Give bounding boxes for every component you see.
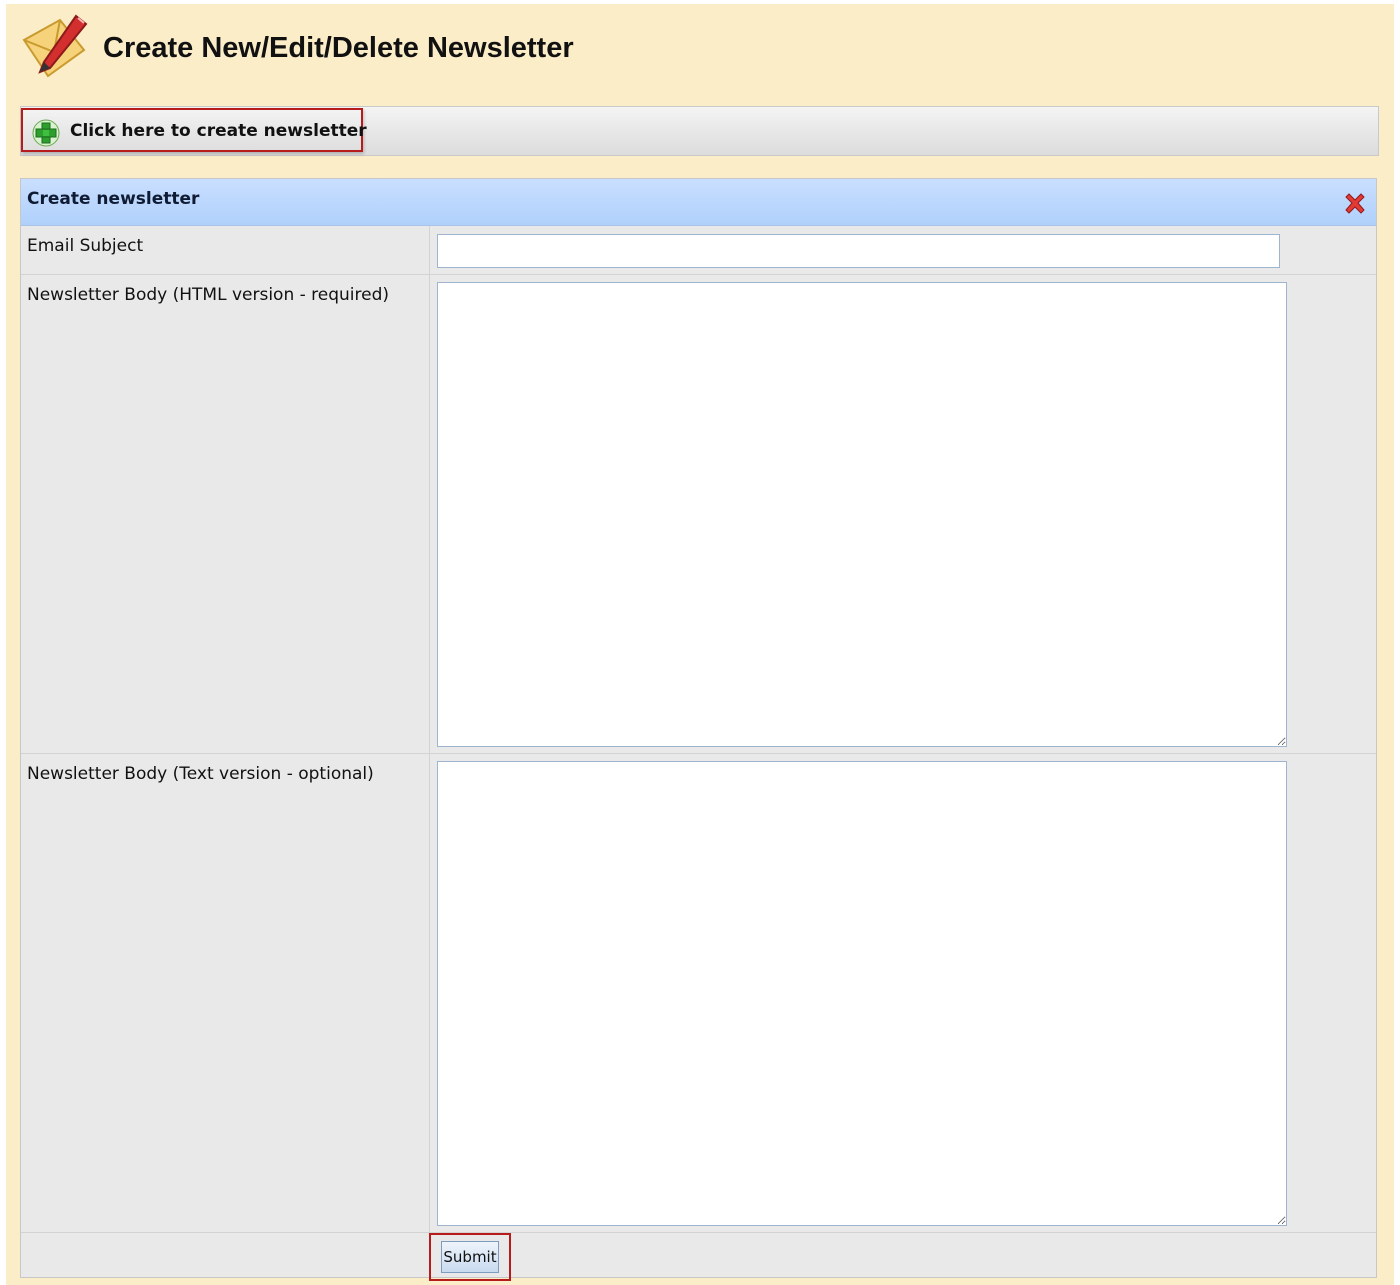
column-divider	[429, 226, 430, 274]
create-newsletter-label: Click here to create newsletter	[70, 121, 367, 141]
submit-row	[21, 1233, 1376, 1279]
close-icon[interactable]	[1342, 191, 1368, 217]
panel-title: Create newsletter	[27, 189, 200, 209]
create-newsletter-panel: Create newsletter Email Subject Newslett…	[20, 178, 1377, 1281]
html-body-row: Newsletter Body (HTML version - required…	[21, 275, 1376, 754]
subject-row: Email Subject	[21, 226, 1376, 275]
green-plus-icon	[32, 119, 60, 147]
submit-button[interactable]: Submit	[441, 1241, 499, 1273]
column-divider	[429, 754, 430, 1232]
create-newsletter-link[interactable]: Click here to create newsletter	[21, 108, 367, 152]
text-body-row: Newsletter Body (Text version - optional…	[21, 754, 1376, 1233]
html-body-textarea[interactable]	[437, 282, 1287, 747]
panel-header: Create newsletter	[21, 179, 1376, 226]
text-body-label: Newsletter Body (Text version - optional…	[27, 764, 374, 784]
envelope-pen-icon	[22, 14, 88, 78]
toolbar: Click here to create newsletter	[20, 106, 1379, 156]
page-title: Create New/Edit/Delete Newsletter	[103, 32, 574, 64]
subject-label: Email Subject	[27, 236, 144, 256]
email-subject-input[interactable]	[437, 234, 1280, 268]
text-body-textarea[interactable]	[437, 761, 1287, 1226]
column-divider	[429, 275, 430, 753]
page-background: Create New/Edit/Delete Newsletter Click …	[6, 4, 1394, 1285]
submit-highlight: Submit	[429, 1233, 511, 1281]
html-body-label: Newsletter Body (HTML version - required…	[27, 285, 390, 305]
